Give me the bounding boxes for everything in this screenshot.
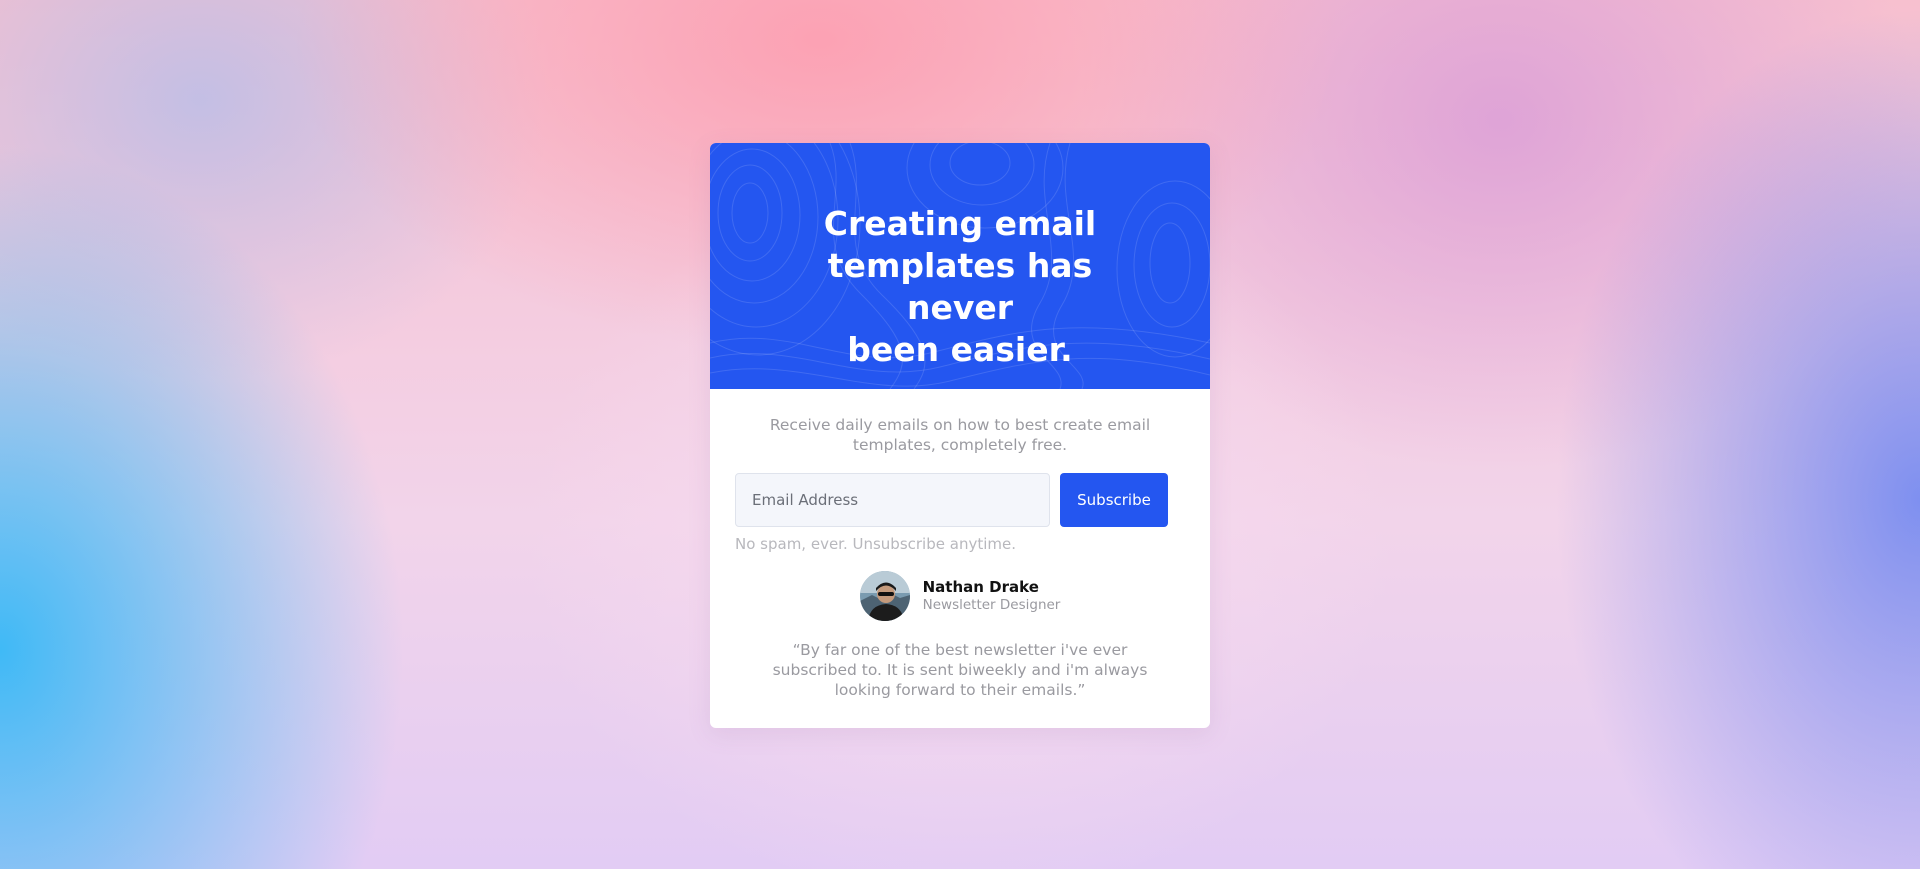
author-role: Newsletter Designer [922, 597, 1061, 613]
card-body: Receive daily emails on how to best crea… [710, 415, 1210, 700]
no-spam-note: No spam, ever. Unsubscribe anytime. [735, 535, 1016, 553]
author-name: Nathan Drake [922, 578, 1039, 596]
subscribe-button[interactable]: Subscribe [1060, 473, 1168, 527]
hero-title: Creating email templates has never been … [823, 204, 1097, 369]
hero-banner: Creating email templates has never been … [710, 143, 1210, 389]
testimonial-author: Nathan Drake Newsletter Designer [735, 570, 1185, 622]
newsletter-card: Creating email templates has never been … [710, 143, 1210, 728]
avatar [859, 571, 910, 621]
email-input[interactable] [735, 473, 1050, 527]
author-info: Nathan Drake Newsletter Designer [923, 578, 1061, 614]
person-avatar-icon [859, 571, 910, 621]
signup-form: Subscribe [735, 473, 1185, 527]
testimonial-quote: “By far one of the best newsletter i've … [772, 641, 1148, 699]
intro-text: Receive daily emails on how to best crea… [769, 416, 1151, 454]
